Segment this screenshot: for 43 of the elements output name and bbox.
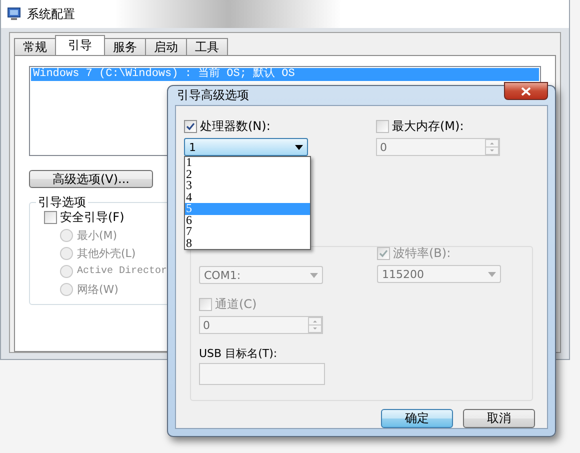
close-button[interactable] bbox=[504, 82, 548, 100]
dropdown-value: COM1: bbox=[204, 268, 241, 282]
radio-label: 最小(M) bbox=[77, 228, 118, 242]
field-value: 0 bbox=[380, 140, 387, 154]
checkbox[interactable] bbox=[44, 211, 57, 224]
dropdown-option[interactable]: 4 bbox=[185, 192, 310, 203]
field-value: 0 bbox=[203, 318, 210, 332]
monitor-icon bbox=[7, 7, 21, 21]
tab[interactable]: 工具 bbox=[186, 38, 228, 55]
caret-icon bbox=[295, 144, 303, 150]
radio-label: 网络(W) bbox=[77, 282, 118, 296]
close-icon bbox=[521, 86, 531, 96]
dropdown-value: 115200 bbox=[382, 268, 424, 280]
checkbox-label: 最大内存(M): bbox=[392, 118, 464, 135]
radio-label: 其他外壳(L) bbox=[77, 246, 136, 260]
dropdown-option[interactable]: 1 bbox=[185, 157, 310, 168]
dropdown-option[interactable]: 6 bbox=[185, 214, 310, 226]
advanced-options-button[interactable]: 高级选项(V)... bbox=[29, 170, 153, 188]
checkbox-label: 通道(C) bbox=[215, 296, 257, 313]
dialog-title: 引导高级选项 bbox=[177, 87, 249, 104]
checkbox-label: 安全引导(F) bbox=[60, 209, 124, 226]
dropdown-value: 1 bbox=[189, 140, 196, 154]
cancel-button[interactable]: 取消 bbox=[463, 409, 535, 428]
field-label: USB 目标名(T): bbox=[199, 346, 278, 360]
tab[interactable]: 常规 bbox=[14, 38, 56, 55]
dropdown-option[interactable]: 7 bbox=[185, 226, 310, 238]
tab[interactable]: 服务 bbox=[104, 38, 146, 55]
dropdown-option[interactable]: 3 bbox=[185, 180, 310, 192]
spinner-icon[interactable] bbox=[308, 317, 322, 333]
dropdown-option[interactable]: 2 bbox=[185, 168, 310, 180]
window-title: 系统配置 bbox=[27, 6, 75, 22]
caret-icon bbox=[488, 272, 496, 276]
checkbox[interactable] bbox=[184, 120, 197, 133]
ok-button[interactable]: 确定 bbox=[381, 409, 453, 428]
tab[interactable]: 启动 bbox=[145, 38, 187, 55]
checkbox-label: 波特率(B): bbox=[393, 245, 451, 262]
processor-count-dropdown[interactable]: 1 bbox=[184, 138, 308, 156]
caret-icon bbox=[310, 272, 318, 278]
dropdown-option[interactable]: 8 bbox=[185, 238, 310, 249]
group-title: 引导选项 bbox=[36, 194, 88, 211]
checkbox-label: 处理器数(N): bbox=[200, 118, 270, 135]
radio-label: Active Director bbox=[77, 266, 168, 276]
tab[interactable]: 引导 bbox=[55, 35, 105, 55]
